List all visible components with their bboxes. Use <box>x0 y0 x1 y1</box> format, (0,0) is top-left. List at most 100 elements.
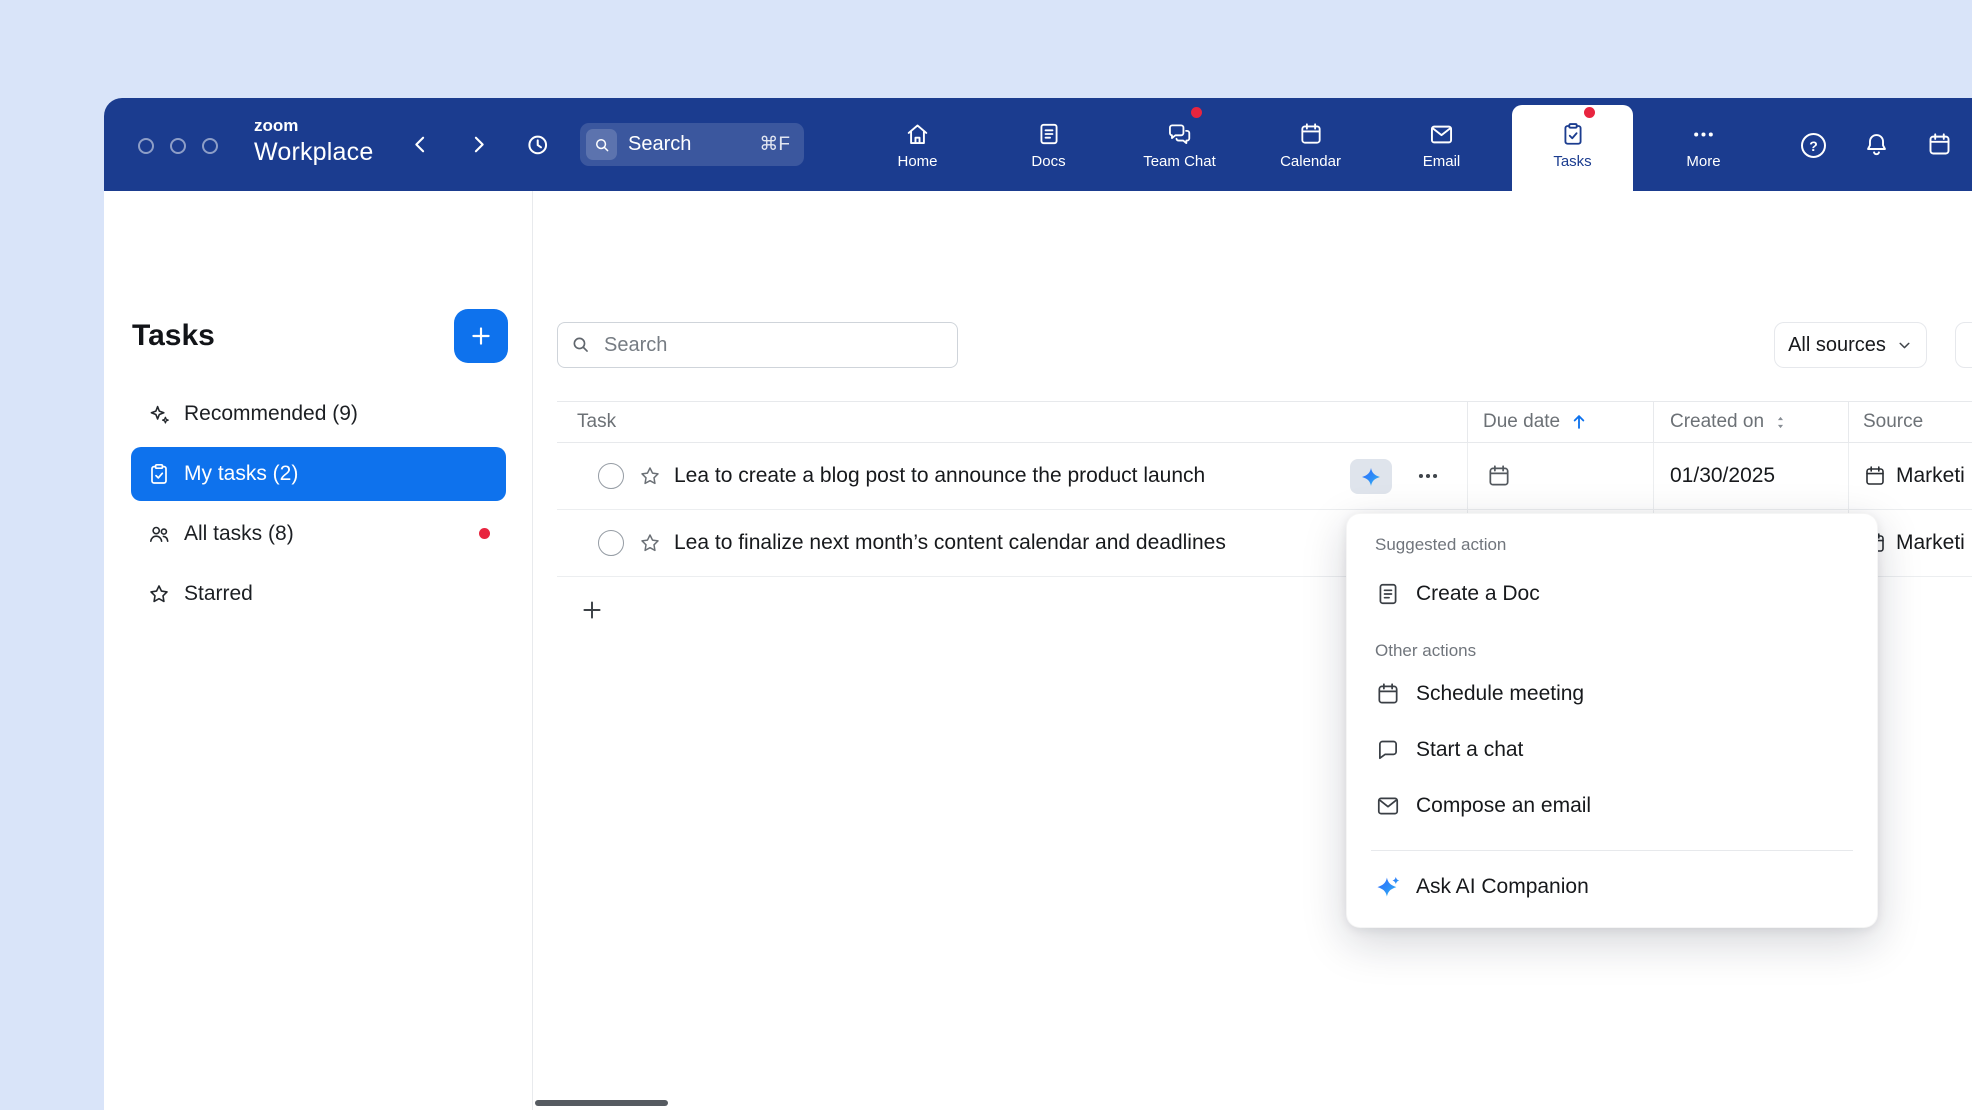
chevron-down-icon <box>1896 337 1913 354</box>
docs-icon <box>1036 120 1062 148</box>
task-complete-checkbox[interactable] <box>598 530 624 556</box>
tab-label: Docs <box>1031 154 1065 169</box>
active-tab-background <box>1512 105 1633 191</box>
star-icon <box>147 582 171 606</box>
app-window: zoom Workplace Search ⌘F Home <box>104 98 1972 1110</box>
popup-item-compose-an-email[interactable]: Compose an email <box>1347 778 1877 834</box>
popup-item-ask-ai-companion[interactable]: Ask AI Companion <box>1347 859 1877 915</box>
sidebar-item-label: Recommended (9) <box>184 402 358 426</box>
zoom-workplace-logo: zoom Workplace <box>254 115 373 167</box>
tab-home[interactable]: Home <box>852 98 983 191</box>
column-header-label: Task <box>577 411 616 433</box>
sidebar-title: Tasks <box>132 319 215 353</box>
sidebar-item-all-tasks[interactable]: All tasks (8) <box>131 507 506 561</box>
topbar-tabs: Home Docs Team Chat Calendar <box>852 98 1769 191</box>
created-on-cell: 01/30/2025 <box>1653 443 1848 509</box>
history-button[interactable] <box>524 131 551 158</box>
column-header-due-date[interactable]: Due date <box>1467 402 1653 442</box>
search-icon <box>593 136 611 154</box>
nav-back-button[interactable] <box>408 132 433 157</box>
table-row[interactable]: Lea to create a blog post to announce th… <box>557 443 1972 510</box>
popup-section-label: Other actions <box>1347 636 1877 666</box>
window-minimize-button[interactable] <box>170 138 186 154</box>
sidebar-item-recommended[interactable]: Recommended (9) <box>131 387 506 441</box>
due-date-cell <box>1467 443 1653 509</box>
doc-icon <box>1375 581 1401 607</box>
tab-label: Home <box>897 154 937 169</box>
column-header-created-on[interactable]: Created on <box>1653 402 1848 442</box>
help-button[interactable]: ? <box>1801 133 1826 158</box>
search-icon <box>570 334 591 355</box>
tab-more[interactable]: More <box>1638 98 1769 191</box>
logo-workplace-text: Workplace <box>254 137 373 167</box>
more-icon <box>1690 120 1717 148</box>
star-icon[interactable] <box>638 464 662 488</box>
popup-section-label: Suggested action <box>1347 530 1877 560</box>
clipped-toolbar-button[interactable] <box>1955 322 1972 368</box>
topbar-calendar-button[interactable] <box>1926 131 1953 158</box>
sidebar-item-label: Starred <box>184 582 253 606</box>
email-icon <box>1375 793 1401 819</box>
tab-tasks[interactable]: Tasks <box>1507 98 1638 191</box>
all-tasks-notification-dot <box>479 528 490 539</box>
tasks-icon <box>1560 120 1586 148</box>
nav-forward-button[interactable] <box>466 132 491 157</box>
window-zoom-button[interactable] <box>202 138 218 154</box>
add-task-button[interactable] <box>454 309 508 363</box>
popup-item-schedule-meeting[interactable]: Schedule meeting <box>1347 666 1877 722</box>
search-placeholder-text: Search <box>628 133 691 156</box>
add-due-date-button[interactable] <box>1486 463 1512 489</box>
calendar-icon <box>1375 681 1401 707</box>
ai-companion-button[interactable] <box>1350 459 1392 494</box>
chevron-right-icon <box>466 132 491 157</box>
tab-email[interactable]: Email <box>1376 98 1507 191</box>
team-chat-icon <box>1166 120 1193 148</box>
notifications-button[interactable] <box>1863 131 1890 158</box>
task-title: Lea to create a blog post to announce th… <box>674 464 1205 488</box>
popup-item-label: Start a chat <box>1416 738 1523 762</box>
global-search-input[interactable]: Search ⌘F <box>580 123 804 166</box>
add-task-inline-button[interactable] <box>579 597 605 623</box>
plus-icon <box>468 323 494 349</box>
sources-filter-dropdown[interactable]: All sources <box>1774 322 1927 368</box>
tab-calendar[interactable]: Calendar <box>1245 98 1376 191</box>
topbar: zoom Workplace Search ⌘F Home <box>104 98 1972 191</box>
star-icon[interactable] <box>638 531 662 555</box>
sidebar-item-starred[interactable]: Starred <box>131 567 506 621</box>
task-complete-checkbox[interactable] <box>598 463 624 489</box>
tab-team-chat[interactable]: Team Chat <box>1114 98 1245 191</box>
horizontal-scrollbar-thumb[interactable] <box>535 1100 668 1106</box>
popup-item-label: Schedule meeting <box>1416 682 1584 706</box>
my-tasks-icon <box>147 462 171 486</box>
people-icon <box>147 522 171 546</box>
window-controls[interactable] <box>138 138 218 154</box>
source-value: Marketi <box>1896 464 1965 488</box>
task-search <box>557 322 958 368</box>
sidebar-item-label: My tasks (2) <box>184 462 298 486</box>
tab-docs[interactable]: Docs <box>983 98 1114 191</box>
column-header-label: Source <box>1863 411 1923 433</box>
calendar-icon <box>1298 120 1324 148</box>
ellipsis-icon <box>1415 463 1441 489</box>
row-more-actions-button[interactable] <box>1415 464 1441 488</box>
popup-item-label: Compose an email <box>1416 794 1591 818</box>
email-icon <box>1428 120 1455 148</box>
window-close-button[interactable] <box>138 138 154 154</box>
sidebar-item-label: All tasks (8) <box>184 522 294 546</box>
popup-item-create-a-doc[interactable]: Create a Doc <box>1347 566 1877 622</box>
popup-item-label: Create a Doc <box>1416 582 1540 606</box>
sidebar-item-my-tasks[interactable]: My tasks (2) <box>131 447 506 501</box>
task-cell: Lea to create a blog post to announce th… <box>557 443 1467 509</box>
search-icon-box <box>586 129 617 160</box>
bell-icon <box>1863 131 1890 158</box>
sparkle-icon <box>147 402 171 426</box>
sidebar-items: Recommended (9) My tasks (2) All tasks (… <box>131 387 506 627</box>
team-chat-notification-dot <box>1191 107 1202 118</box>
column-header-label: Created on <box>1670 411 1764 433</box>
task-search-input[interactable] <box>557 322 958 368</box>
column-header-label: Due date <box>1483 411 1560 433</box>
popup-item-start-a-chat[interactable]: Start a chat <box>1347 722 1877 778</box>
ai-companion-icon <box>1375 874 1401 900</box>
calendar-icon <box>1926 131 1953 158</box>
sources-filter-label: All sources <box>1788 334 1886 357</box>
